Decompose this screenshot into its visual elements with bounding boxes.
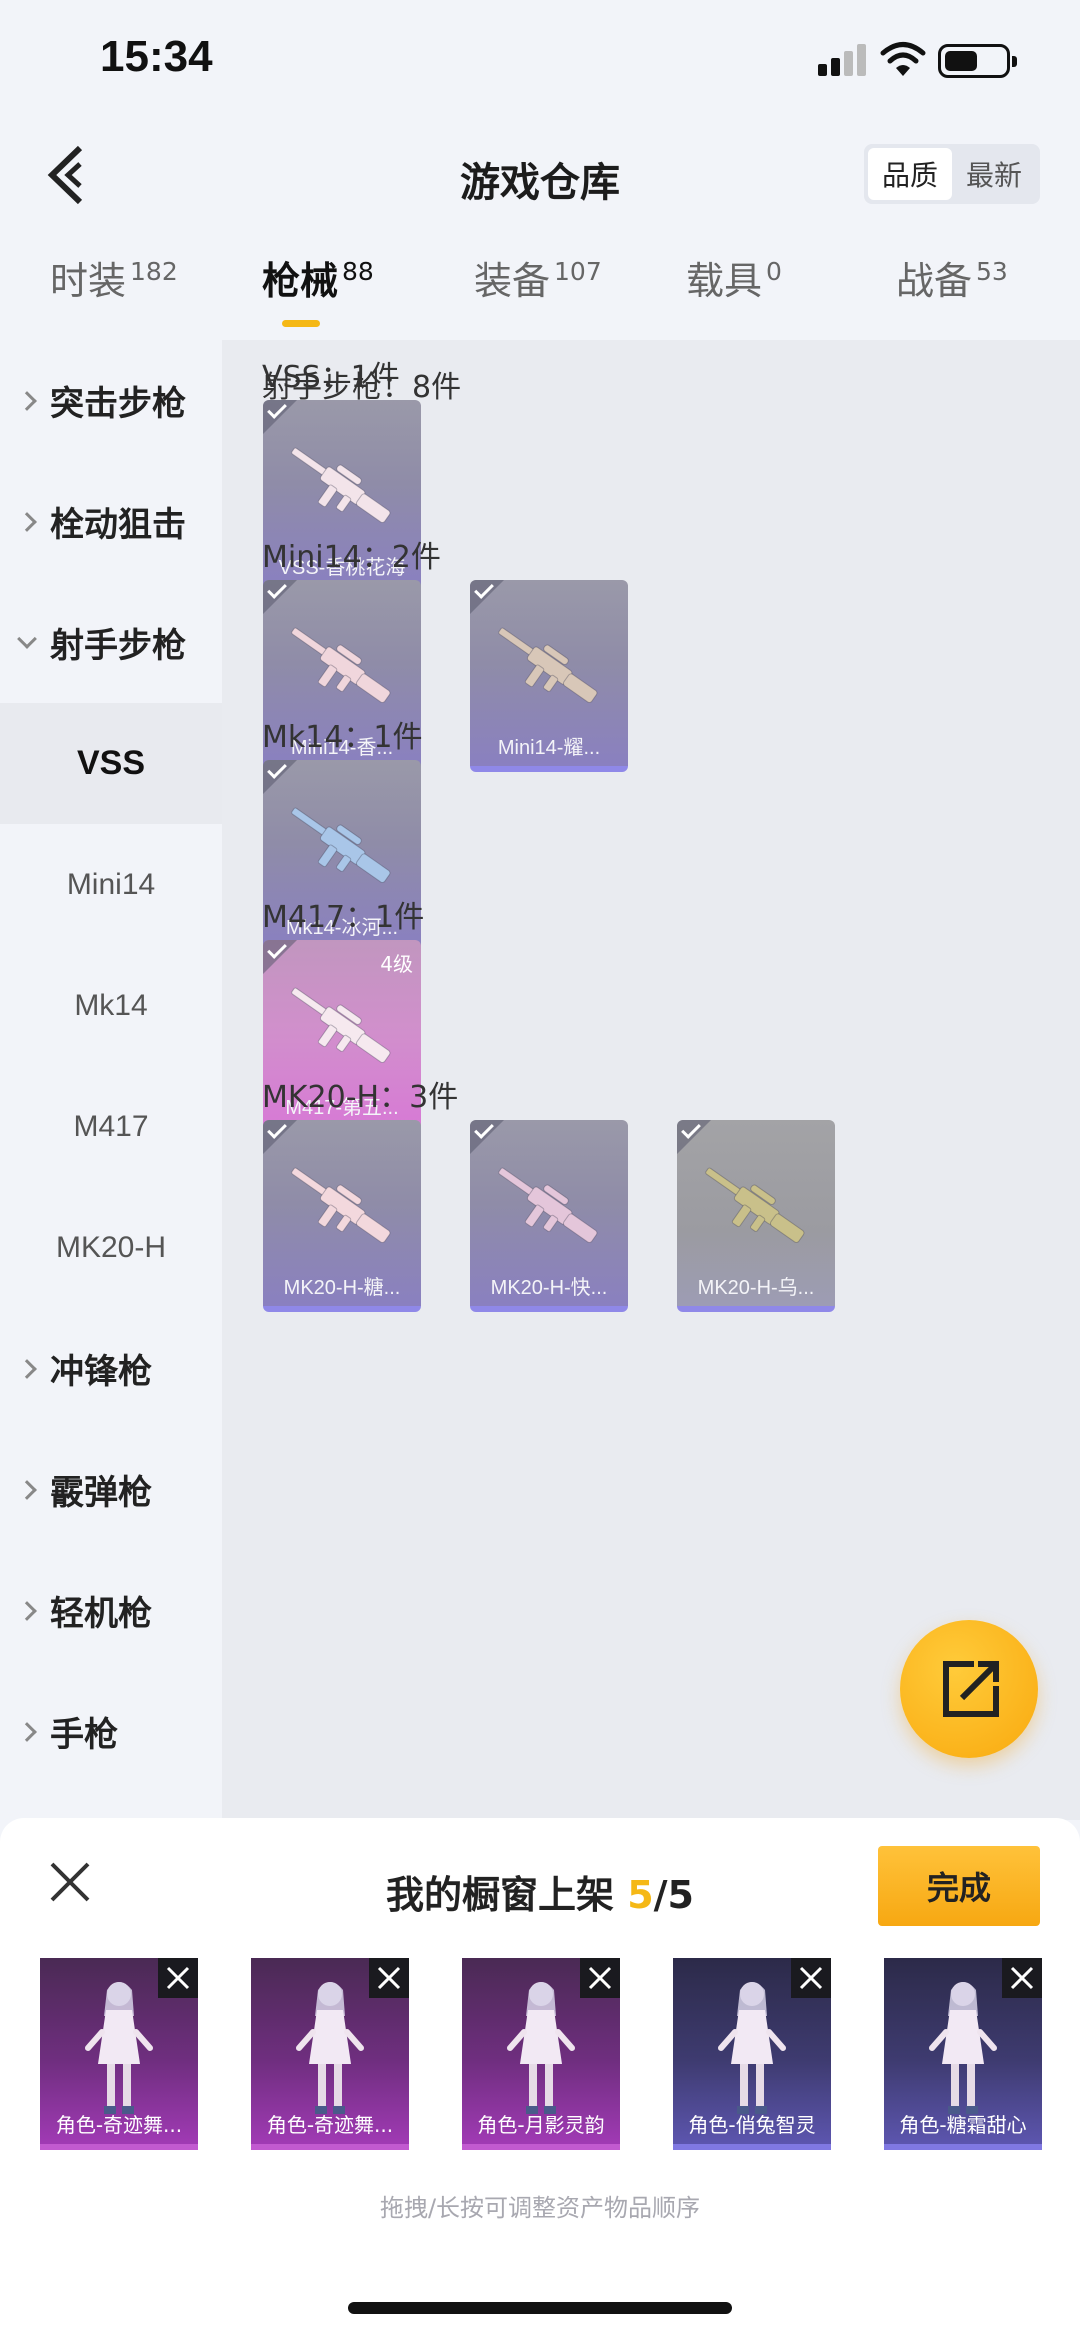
sidebar-item-10[interactable]: 轻机枪 xyxy=(0,1550,222,1671)
chevron-down-icon xyxy=(17,628,37,649)
tab-supplies[interactable]: 战备 53 xyxy=(896,250,1008,305)
sidebar-item-label: Mk14 xyxy=(74,988,148,1022)
tab-fashion[interactable]: 时装 182 xyxy=(50,250,178,305)
tab-equipment[interactable]: 装备 107 xyxy=(474,250,602,305)
tab-guns[interactable]: 枪械 88 xyxy=(262,250,374,305)
sidebar-item-label: 霰弹枪 xyxy=(50,1473,152,1513)
section-label: Mini14：2件 xyxy=(262,540,441,575)
showcase-item-name: 角色-俏兔智灵 xyxy=(688,2113,816,2137)
rifle-icon xyxy=(291,1167,391,1243)
sidebar-item-sub-5[interactable]: Mk14 xyxy=(0,945,222,1066)
weapon-name: MK20-H-快... xyxy=(490,1277,608,1299)
sidebar-item-label: 轻机枪 xyxy=(50,1594,152,1634)
sidebar-item-2[interactable]: 射手步枪 xyxy=(0,582,222,703)
chevron-right-icon xyxy=(17,511,37,532)
showcase-item[interactable]: 角色-月影灵韵 xyxy=(462,1958,620,2150)
weapon-card[interactable]: MK20-H-快... xyxy=(470,1120,628,1312)
reorder-hint: 拖拽/长按可调整资产物品顺序 xyxy=(379,2194,701,2222)
sidebar-item-9[interactable]: 霰弹枪 xyxy=(0,1429,222,1550)
share-icon xyxy=(943,1661,999,1717)
sort-toggle[interactable]: 品质 最新 xyxy=(864,144,1040,204)
character-figure-icon xyxy=(929,1982,997,2114)
close-icon xyxy=(166,1966,190,1990)
sidebar-item-label: 突击步枪 xyxy=(50,384,186,424)
section-label: MK20-H：3件 xyxy=(262,1080,459,1115)
sidebar-item-label: 冲锋枪 xyxy=(50,1352,152,1392)
status-bar: 15:34 xyxy=(0,0,1080,120)
character-figure-icon xyxy=(507,1982,575,2114)
section-label: Mk14：1件 xyxy=(262,720,423,755)
rifle-icon xyxy=(498,1167,598,1243)
sidebar-item-0[interactable]: 突击步枪 xyxy=(0,340,222,461)
close-icon xyxy=(1010,1966,1034,1990)
rifle-icon xyxy=(498,627,598,703)
weapon-name: MK20-H-乌... xyxy=(697,1277,815,1299)
sidebar-item-1[interactable]: 栓动狙击 xyxy=(0,461,222,582)
sidebar-item-label: MK20-H xyxy=(55,1230,167,1264)
sidebar-item-label: Mini14 xyxy=(66,867,156,901)
weapon-card[interactable]: Mini14-耀... xyxy=(470,580,628,772)
showcase-panel: 我的橱窗上架 5/5 完成 拖拽/长按可调整资产物品顺序 角色-奇迹舞... 角色… xyxy=(0,1818,1080,2337)
showcase-item[interactable]: 角色-糖霜甜心 xyxy=(884,1958,1042,2150)
category-tabs: 时装 182 枪械 88 装备 107 载具 0 战备 53 xyxy=(0,250,1080,340)
sort-quality-button[interactable]: 品质 xyxy=(868,148,952,200)
remove-item-button[interactable] xyxy=(580,1958,620,1998)
weapon-name: Mini14-耀... xyxy=(497,737,601,759)
battery-icon xyxy=(938,44,1017,78)
sidebar-item-label: 手枪 xyxy=(50,1715,118,1755)
showcase-item-name: 角色-月影灵韵 xyxy=(477,2113,605,2137)
remove-item-button[interactable] xyxy=(369,1958,409,1998)
sidebar-item-sub-7[interactable]: MK20-H xyxy=(0,1187,222,1308)
sort-newest-button[interactable]: 最新 xyxy=(952,148,1036,200)
showcase-item-name: 角色-奇迹舞... xyxy=(266,2113,394,2137)
weapon-name: MK20-H-糖... xyxy=(283,1277,401,1299)
weapon-card[interactable]: MK20-H-乌... xyxy=(677,1120,835,1312)
showcase-item[interactable]: 角色-奇迹舞... xyxy=(40,1958,198,2150)
sidebar-item-label: M417 xyxy=(73,1109,149,1143)
showcase-item-name: 角色-糖霜甜心 xyxy=(899,2113,1027,2137)
showcase-item-name: 角色-奇迹舞... xyxy=(55,2113,183,2137)
done-button[interactable]: 完成 xyxy=(878,1846,1040,1926)
sidebar-item-sub-6[interactable]: M417 xyxy=(0,1066,222,1187)
sidebar-item-sub-3[interactable]: VSS xyxy=(0,703,222,824)
sidebar-item-label: VSS xyxy=(76,744,146,782)
sidebar-item-label: 射手步枪 xyxy=(50,626,186,666)
close-icon xyxy=(377,1966,401,1990)
wifi-icon xyxy=(880,42,926,76)
rifle-icon xyxy=(705,1167,805,1243)
sidebar-item-label: 栓动狙击 xyxy=(50,505,186,545)
cellular-signal-icon xyxy=(818,44,868,76)
sidebar-item-sub-4[interactable]: Mini14 xyxy=(0,824,222,945)
share-button[interactable] xyxy=(900,1620,1038,1758)
active-tab-indicator xyxy=(282,320,320,327)
chevron-right-icon xyxy=(17,1600,37,1621)
remove-item-button[interactable] xyxy=(158,1958,198,1998)
chevron-right-icon xyxy=(17,390,37,411)
sidebar: 突击步枪栓动狙击射手步枪 VSS Mini14 Mk14 M417 MK20-H 冲锋枪霰弹… xyxy=(0,340,222,1820)
section-label: M417：1件 xyxy=(262,900,425,935)
chevron-right-icon xyxy=(17,1721,37,1742)
remove-item-button[interactable] xyxy=(791,1958,831,1998)
sidebar-item-11[interactable]: 手枪 xyxy=(0,1671,222,1792)
level-badge: 4级 xyxy=(380,952,413,976)
chevron-right-icon xyxy=(17,1358,37,1379)
chevron-right-icon xyxy=(17,1479,37,1500)
showcase-item[interactable]: 角色-奇迹舞... xyxy=(251,1958,409,2150)
item-grid: 射手步枪：8件 VSS：1件 VSS-香桃花海 Mini14：2件 Mini14-香.… xyxy=(222,340,1080,1820)
sidebar-item-8[interactable]: 冲锋枪 xyxy=(0,1308,222,1429)
header: 游戏仓库 品质 最新 xyxy=(0,120,1080,230)
home-indicator xyxy=(348,2302,732,2314)
character-figure-icon xyxy=(85,1982,153,2114)
status-time: 15:34 xyxy=(100,32,213,81)
remove-item-button[interactable] xyxy=(1002,1958,1042,1998)
tab-vehicles[interactable]: 载具 0 xyxy=(686,250,782,305)
weapon-card[interactable]: MK20-H-糖... xyxy=(263,1120,421,1312)
character-figure-icon xyxy=(296,1982,364,2114)
section-label: VSS：1件 xyxy=(262,360,400,395)
close-icon xyxy=(588,1966,612,1990)
showcase-item[interactable]: 角色-俏兔智灵 xyxy=(673,1958,831,2150)
close-icon xyxy=(799,1966,823,1990)
character-figure-icon xyxy=(718,1982,786,2114)
